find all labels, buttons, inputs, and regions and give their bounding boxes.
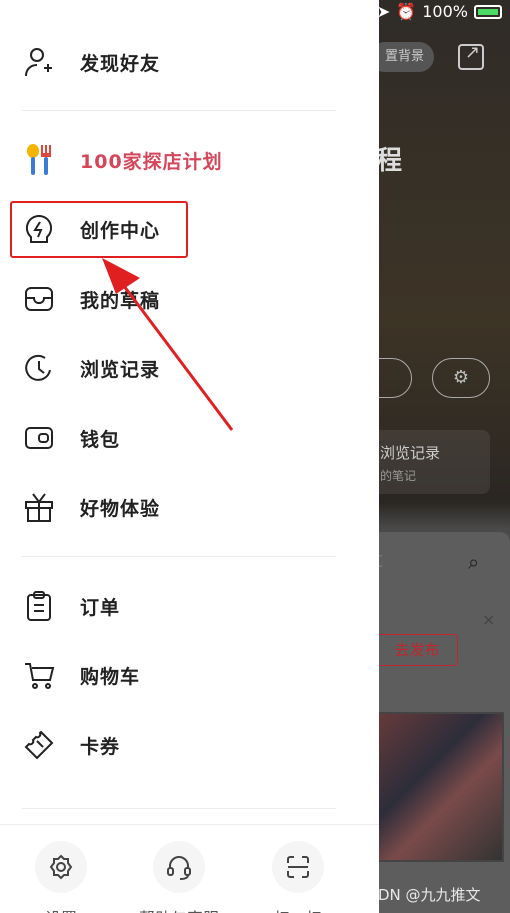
menu-label: 订单 (80, 596, 121, 619)
menu-item-find-friends[interactable]: 发现好友 (22, 42, 160, 82)
bottom-label: 扫一扫 (243, 905, 353, 913)
clipboard-icon (22, 589, 56, 623)
add-user-icon (22, 45, 56, 79)
menu-item-cart[interactable]: 购物车 (22, 655, 140, 695)
menu-label: 好物体验 (80, 497, 161, 520)
help-button[interactable]: 帮助与客服 (124, 841, 234, 913)
status-bar: ➤ ⏰ 100% (377, 2, 502, 21)
browse-history-card[interactable]: 浏览记录 的笔记 (360, 430, 490, 494)
scan-icon (272, 841, 324, 893)
headset-icon (153, 841, 205, 893)
menu-label: 钱包 (80, 428, 121, 451)
divider (22, 110, 336, 111)
menu-label: 发现好友 (80, 52, 161, 75)
menu-label: 购物车 (80, 665, 141, 688)
divider (22, 556, 336, 557)
close-icon[interactable]: × (482, 610, 495, 629)
menu-item-product-trial[interactable]: 好物体验 (22, 487, 160, 527)
settings-gear-button[interactable]: ⚙ (432, 358, 490, 398)
menu-item-drafts[interactable]: 我的草稿 (22, 279, 160, 319)
wallet-icon (22, 421, 56, 455)
menu-item-wallet[interactable]: 钱包 (22, 418, 120, 458)
scan-button[interactable]: 扫一扫 (243, 841, 353, 913)
menu-label: 100家探店计划 (80, 150, 223, 173)
battery-percent: 100% (422, 2, 468, 21)
video-thumbnail[interactable] (370, 712, 504, 862)
settings-button[interactable]: 设置 (6, 841, 116, 913)
divider (22, 808, 336, 809)
set-background-pill[interactable]: 置背景 (370, 42, 434, 72)
alarm-icon: ⏰ (396, 2, 417, 21)
clock-icon (22, 351, 56, 385)
side-drawer: 发现好友 100家探店计划 创作中心 我的草稿 浏览记录 钱包 好物体验 订单 … (0, 0, 379, 913)
card-title: 浏览记录 (380, 444, 441, 462)
menu-item-store-plan[interactable]: 100家探店计划 (22, 140, 223, 180)
gear-icon (35, 841, 87, 893)
ticket-icon (22, 728, 56, 762)
fork-spoon-icon (22, 143, 56, 177)
bottom-label: 设置 (6, 905, 116, 913)
menu-item-orders[interactable]: 订单 (22, 586, 120, 626)
menu-item-history[interactable]: 浏览记录 (22, 348, 160, 388)
card-subtitle: 的笔记 (380, 469, 417, 483)
menu-label: 卡券 (80, 735, 121, 758)
menu-item-coupons[interactable]: 卡券 (22, 725, 120, 765)
battery-icon (474, 4, 502, 19)
cart-icon (22, 658, 56, 692)
gift-icon (22, 490, 56, 524)
menu-label: 浏览记录 (80, 358, 161, 381)
bg-title-fragment: 程 (376, 146, 403, 176)
drawer-bottom-bar: 设置 帮助与客服 扫一扫 (0, 824, 379, 913)
publish-button[interactable]: 去发布 (376, 634, 458, 666)
inbox-icon (22, 282, 56, 316)
bottom-label: 帮助与客服 (124, 905, 234, 913)
share-icon[interactable] (458, 42, 484, 70)
search-icon[interactable]: ⌕ (468, 550, 479, 574)
menu-label: 我的草稿 (80, 289, 161, 312)
highlight-box (10, 201, 188, 258)
